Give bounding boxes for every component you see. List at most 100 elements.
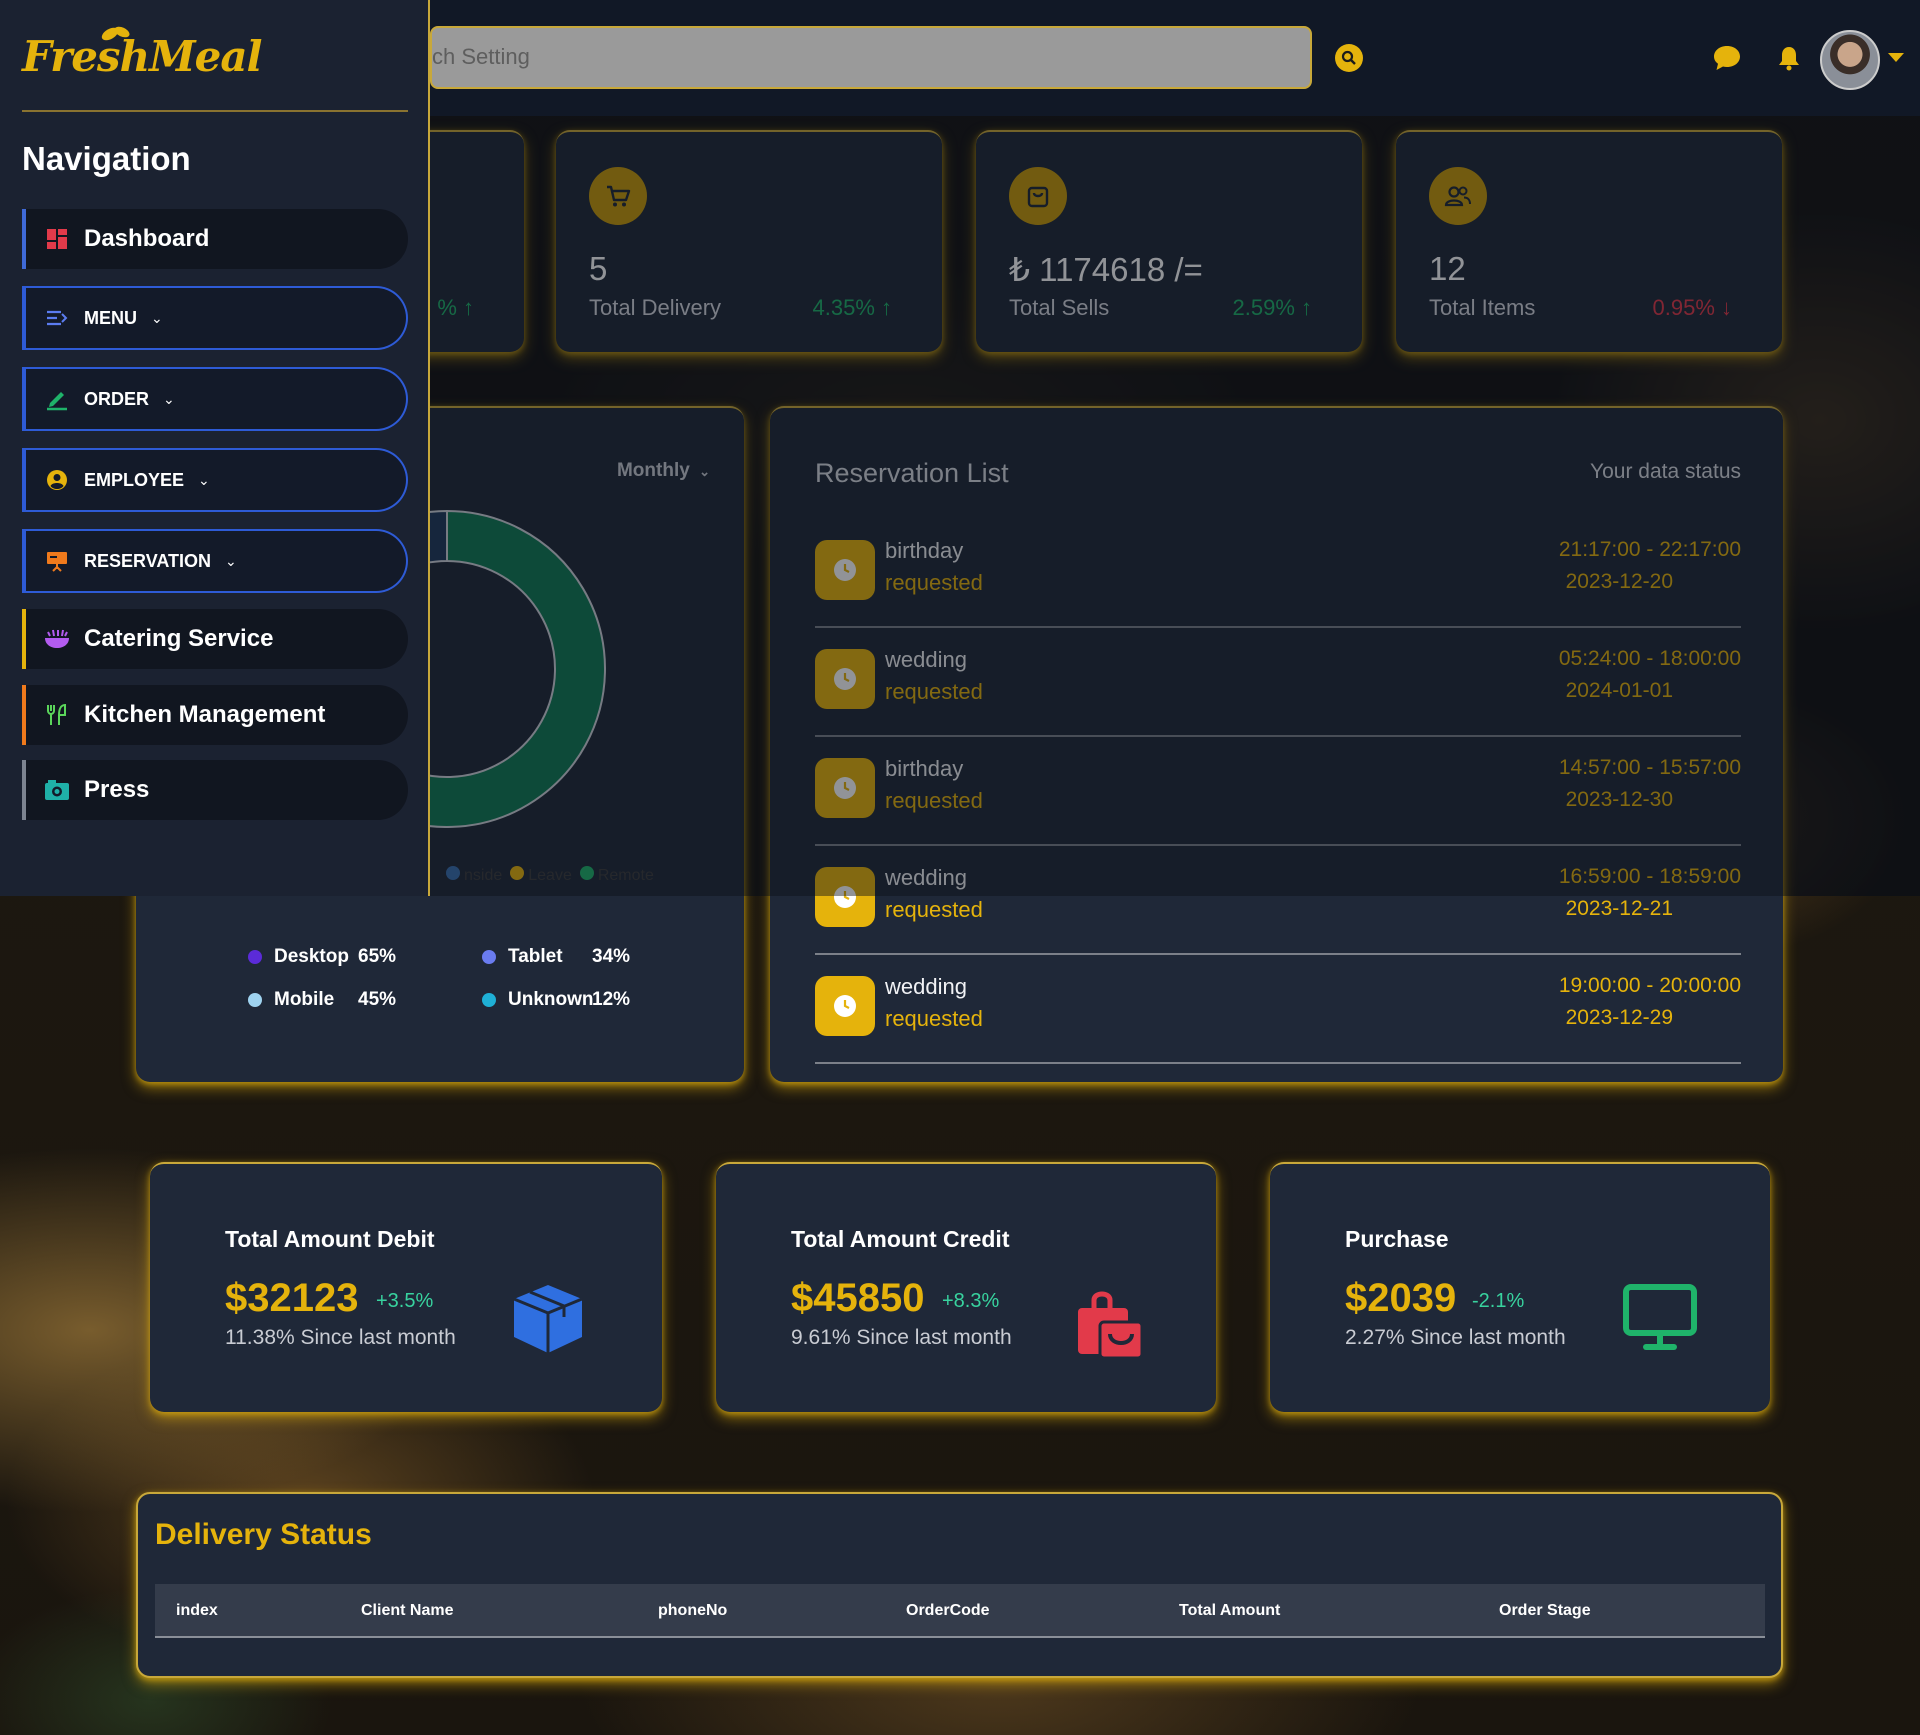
sidebar-item-label: Dashboard [84,225,210,252]
legend-dot [482,993,496,1007]
amount-card-debit: Total Amount Debit $32123 +3.5% 11.38% S… [150,1162,662,1412]
reservation-row[interactable]: wedding requested 16:59:00 - 18:59:00 20… [815,847,1741,955]
reservation-type: wedding [885,974,967,999]
sidebar: FreshMeal Navigation Dashboard MENU ⌄ OR… [0,0,430,896]
table-header: index Client Name phoneNo OrderCode Tota… [155,1584,1765,1638]
mini-legend-item: Leave [510,866,572,885]
column-header[interactable]: phoneNo [658,1602,727,1620]
stat-value: 5 [589,250,608,287]
chevron-down-icon[interactable] [1888,53,1904,62]
sidebar-item-label: Kitchen Management [84,701,326,728]
logo[interactable]: FreshMeal [22,22,262,92]
reservation-time: 21:17:00 - 22:17:00 [1558,538,1741,561]
legend-desktop: Desktop 65% [248,946,396,968]
reservation-time: 16:59:00 - 18:59:00 [1558,865,1741,888]
amount-subtext: 9.61% Since last month [791,1326,1012,1349]
column-header[interactable]: OrderCode [906,1602,990,1620]
reservation-status: requested [885,570,983,595]
amount-value: $45850 [791,1276,925,1320]
reservation-status: requested [885,788,983,813]
reservation-status: requested [885,679,983,704]
amount-title: Total Amount Debit [225,1226,435,1252]
reservation-type: wedding [885,647,967,672]
sidebar-item-label: Press [84,776,150,803]
period-dropdown[interactable]: Monthly ⌄ [617,460,710,482]
chat-icon[interactable] [1712,44,1742,72]
stat-label: Total Items [1429,295,1536,320]
sidebar-item-kitchen-management[interactable]: Kitchen Management [22,685,408,745]
stat-value: 12 [1429,250,1466,287]
box-icon [513,1285,583,1353]
sidebar-item-press[interactable]: Press [22,760,408,820]
clock-icon [815,540,875,600]
stat-card-total-sells: ₺ 1174618 /= Total Sells 2.59% ↑ [976,130,1362,352]
sidebar-item-order[interactable]: ORDER ⌄ [22,367,408,431]
period-label: Monthly [616,460,690,481]
reservation-time: 05:24:00 - 18:00:00 [1558,647,1741,670]
reservation-date: 2024-01-01 [1565,679,1673,702]
food-bowl-icon [44,626,70,652]
bell-icon[interactable] [1777,45,1801,71]
pencil-icon [44,386,70,412]
mini-legend-item: Remote [579,866,654,885]
avatar[interactable] [1820,30,1880,90]
reservation-row[interactable]: wedding requested 05:24:00 - 18:00:00 20… [815,629,1741,737]
search-icon[interactable] [1335,44,1363,72]
legend-unknown: Unknown 12% [482,989,630,1011]
sidebar-item-dashboard[interactable]: Dashboard [22,209,408,269]
sidebar-item-label: Catering Service [84,625,274,652]
clock-icon [815,758,875,818]
legend-label: Tablet [508,946,563,967]
clock-icon [815,649,875,709]
reservation-date: 2023-12-30 [1565,788,1673,811]
amount-card-purchase: Purchase $2039 -2.1% 2.27% Since last mo… [1270,1162,1770,1412]
legend-pct: 12% [592,989,631,1010]
legend-pct: 45% [358,989,397,1010]
search-placeholder: ch Setting [432,44,530,69]
stat-label: Total Delivery [589,295,722,320]
reservation-type: birthday [885,538,964,563]
sidebar-item-label: EMPLOYEE [84,469,185,490]
sidebar-item-catering-service[interactable]: Catering Service [22,609,408,669]
sidebar-item-label: ORDER [84,388,150,409]
reservation-time: 19:00:00 - 20:00:00 [1558,974,1741,997]
nav-title: Navigation [22,140,191,177]
cart-icon [589,167,647,225]
search-input[interactable]: ch Setting [430,26,1312,89]
stat-card-total-items: 12 Total Items 0.95% ↓ [1396,130,1782,352]
menu-icon [44,305,70,331]
reservation-row[interactable]: birthday requested 21:17:00 - 22:17:00 2… [815,520,1741,628]
chevron-down-icon: ⌄ [699,464,710,479]
stat-change: % ↑ [437,295,474,320]
chevron-down-icon: ⌄ [225,552,237,569]
reservation-date: 2023-12-20 [1565,570,1673,593]
column-header[interactable]: Total Amount [1179,1602,1280,1620]
legend-tablet: Tablet 34% [482,946,630,968]
reservation-type: wedding [885,865,967,890]
presentation-icon [44,548,70,574]
card-title: Reservation List [815,458,1009,488]
reservation-row[interactable]: birthday requested 14:57:00 - 15:57:00 2… [815,738,1741,846]
mini-legend-item: nside [446,866,502,885]
legend-pct: 65% [358,946,397,967]
stat-change: 0.95% ↓ [1652,295,1733,320]
reservation-status: requested [885,897,983,922]
reservation-type: birthday [885,756,964,781]
shopping-bag-icon [1078,1291,1144,1360]
reservation-row[interactable]: wedding requested 19:00:00 - 20:00:00 20… [815,956,1741,1064]
amount-title: Total Amount Credit [791,1226,1010,1252]
stat-value: ₺ 1174618 /= [1009,251,1203,288]
column-header[interactable]: Client Name [361,1602,453,1620]
amount-card-credit: Total Amount Credit $45850 +8.3% 9.61% S… [716,1162,1216,1412]
clock-icon [815,976,875,1036]
reservation-date: 2023-12-29 [1565,1006,1673,1029]
sidebar-item-employee[interactable]: EMPLOYEE ⌄ [22,448,408,512]
column-header[interactable]: index [176,1602,218,1620]
amount-value: $32123 [225,1276,359,1320]
clock-icon [815,867,875,927]
column-header[interactable]: Order Stage [1499,1602,1591,1620]
legend-label: Desktop [274,946,349,967]
sidebar-item-menu[interactable]: MENU ⌄ [22,286,408,350]
reservation-status: requested [885,1006,983,1031]
sidebar-item-reservation[interactable]: RESERVATION ⌄ [22,529,408,593]
